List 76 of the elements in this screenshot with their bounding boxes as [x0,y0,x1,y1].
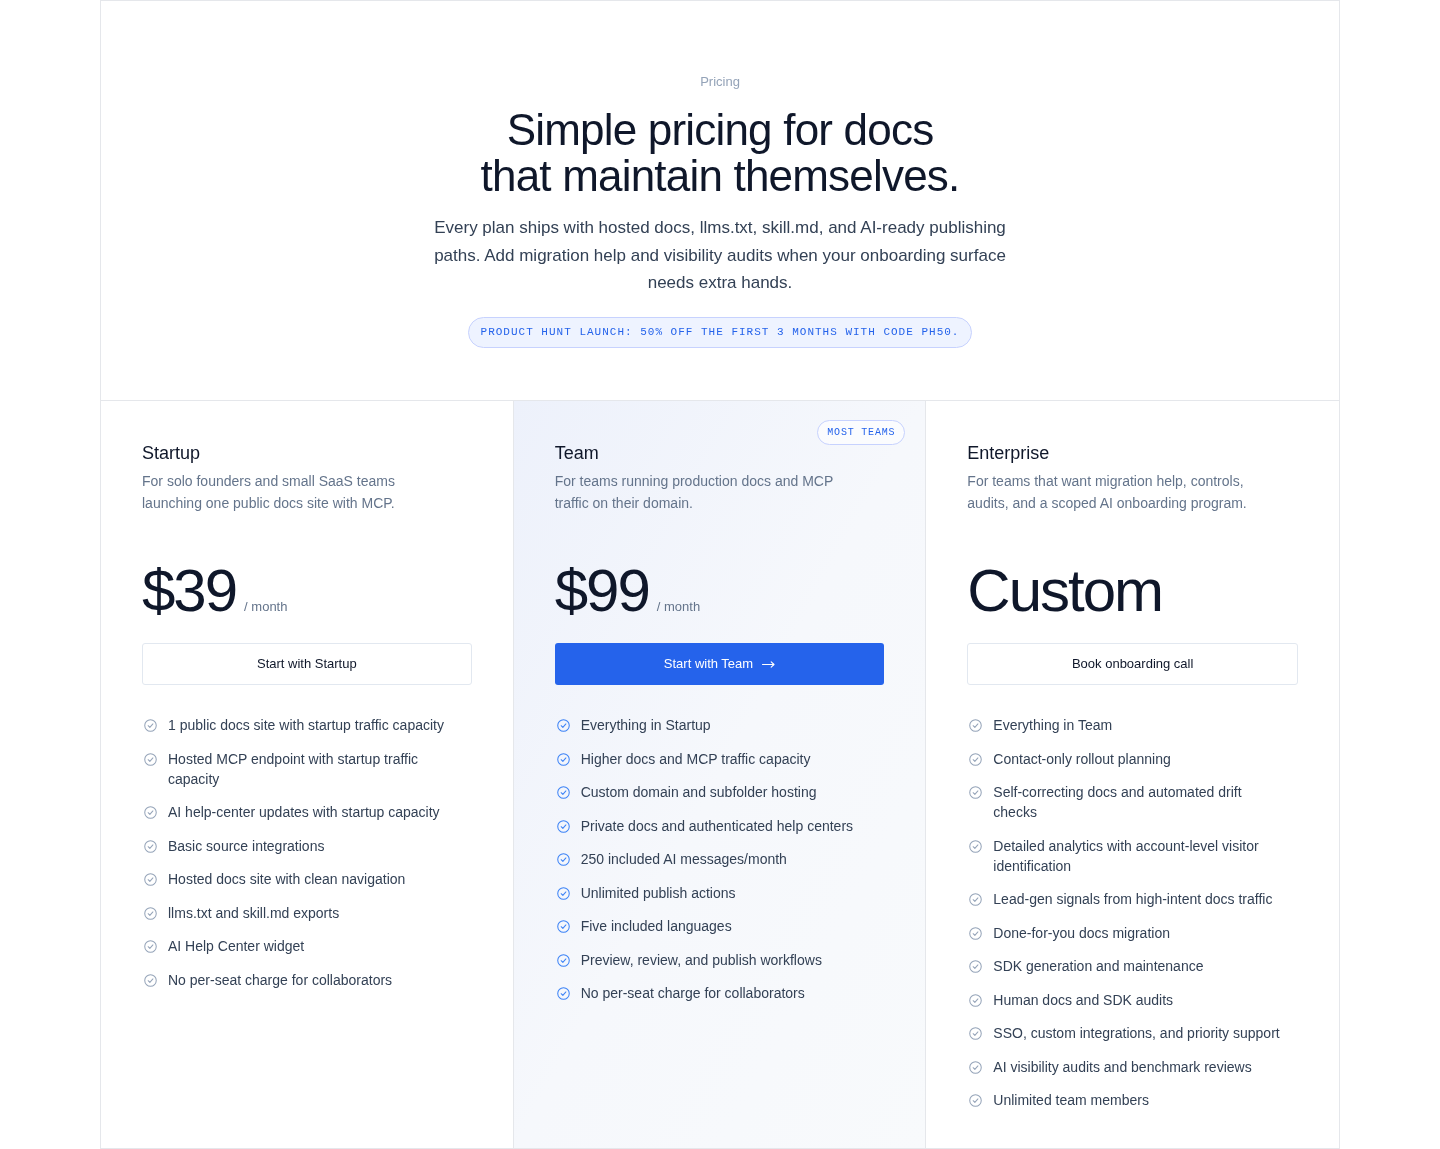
plan-cta-button[interactable]: Book onboarding call [967,643,1298,685]
check-circle-icon [969,893,983,906]
feature-item: 1 public docs site with startup traffic capacity [168,716,445,735]
feature-item: SSO, custom integrations, and priority support [993,1024,1281,1043]
feature-item: Everything in Startup [580,716,712,735]
check-circle-icon [144,839,157,853]
check-circle-icon [556,920,570,933]
check-circle-icon [969,926,983,940]
check-circle-icon [144,906,157,920]
check-circle-icon [969,1094,983,1107]
feature-item: No per-seat charge for collaborators [580,984,806,1003]
feature-item: AI Help Center widget [168,937,306,956]
plan-price: $99 [554,561,649,621]
feature-item: Custom domain and subfolder hosting [580,783,818,802]
check-circle-icon [144,873,157,886]
feature-item: AI visibility audits and benchmark reviews [993,1057,1253,1077]
page-title: Simple pricing for docs that maintain themselves. [480,107,960,199]
plan-description: For solo founders and small SaaS teams launching one public docs site with MCP. [142,472,396,513]
check-circle-icon [556,953,570,967]
feature-item: Human docs and SDK audits [993,990,1175,1010]
check-circle-icon [556,752,570,766]
check-circle-icon [556,886,570,900]
check-circle-icon [144,719,157,732]
check-circle-icon [556,786,570,799]
plan-name: Team [554,442,600,465]
page-description: Every plan ships with hosted docs, llms.txt, skill.md, and AI-ready publishing paths. Add migration help and visibility audits when your onboarding surface needs extra hands. [433,217,1007,294]
feature-item: Detailed analytics with account-level visitor identification [993,836,1260,876]
plan-cta-button[interactable]: Start with Team [554,643,885,685]
plan-cta-button[interactable]: Start with Startup [142,643,472,685]
check-circle-icon [969,993,983,1007]
feature-item: Private docs and authenticated help centers [580,816,855,836]
feature-item: Contact-only rollout planning [993,749,1172,769]
plan-description: For teams running production docs and MCP traffic on their domain. [554,472,834,513]
price-period: / month [656,598,701,616]
feature-item: Self-correcting docs and automated drift checks [993,783,1243,822]
plan-description: For teams that want migration help, controls, audits, and a scoped AI onboarding program. [967,472,1248,513]
plan-price: Custom [967,561,1163,621]
feature-item: Hosted MCP endpoint with startup traffic capacity [168,749,420,789]
check-circle-icon [556,819,570,833]
feature-item: Preview, review, and publish workflows [580,950,823,970]
feature-item: Higher docs and MCP traffic capacity [580,749,812,769]
feature-item: Basic source integrations [168,836,326,856]
check-circle-icon [969,1027,983,1040]
check-circle-icon [556,853,570,866]
plan-name: Startup [142,442,202,465]
feature-item: 250 included AI messages/month [580,850,788,869]
feature-item: Done-for-you docs migration [993,923,1171,943]
check-circle-icon [144,752,157,766]
promo-banner: PRODUCT HUNT LAUNCH: 50% OFF THE FIRST 3 MONTHS WITH CODE PH50. [467,316,973,348]
check-circle-icon [969,960,983,973]
plan-price: $39 [142,561,237,621]
section-eyebrow: Pricing [700,73,740,91]
price-period: / month [244,598,288,616]
feature-item: AI help-center updates with startup capacity [168,803,441,822]
check-circle-icon [144,940,157,953]
feature-item: SDK generation and maintenance [993,957,1205,976]
check-circle-icon [969,752,983,766]
check-circle-icon [969,719,983,732]
arrow-right-icon [762,660,776,668]
feature-item: llms.txt and skill.md exports [168,903,341,923]
feature-item: Unlimited publish actions [580,883,737,903]
check-circle-icon [144,973,157,987]
check-circle-icon [144,806,157,819]
plan-badge: MOST TEAMS [817,420,906,445]
feature-item: No per-seat charge for collaborators [168,970,394,990]
check-circle-icon [969,839,983,853]
check-circle-icon [969,786,983,799]
feature-item: Unlimited team members [993,1091,1150,1110]
feature-item: Everything in Team [993,716,1114,735]
check-circle-icon [556,719,570,732]
check-circle-icon [556,987,570,1000]
plan-name: Enterprise [967,442,1051,465]
feature-item: Hosted docs site with clean navigation [168,870,407,889]
feature-item: Lead-gen signals from high-intent docs traffic [993,890,1274,909]
feature-item: Five included languages [580,917,733,936]
check-circle-icon [969,1060,983,1074]
